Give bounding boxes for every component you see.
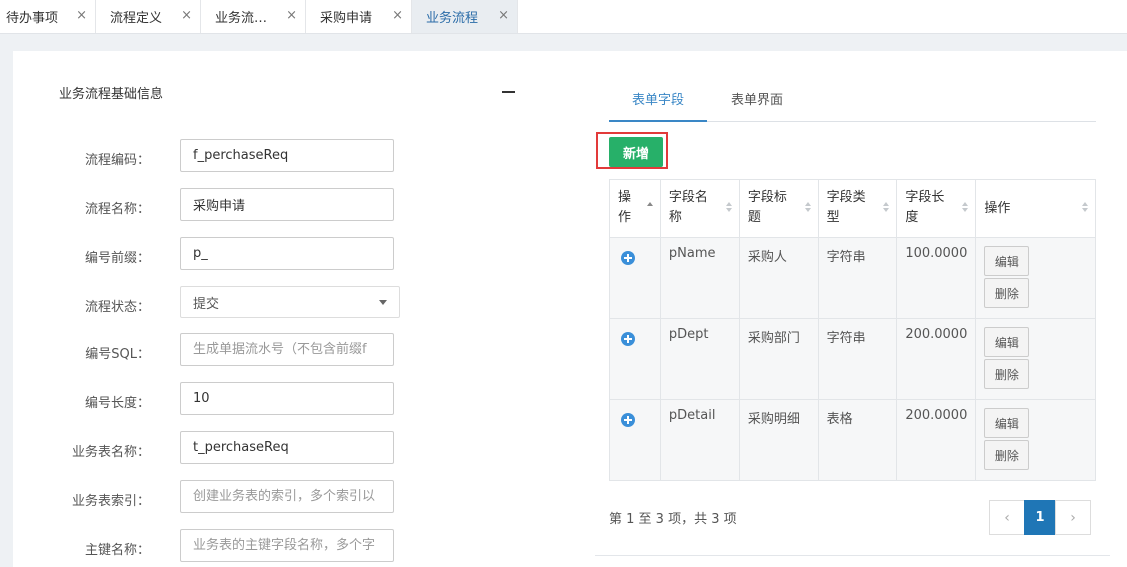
table-row: pDetail 采购明细 表格 200.0000 编辑 删除 (609, 399, 1096, 481)
process-code-input[interactable] (180, 139, 394, 172)
delete-button[interactable]: 删除 (984, 359, 1030, 389)
number-length-input[interactable] (180, 382, 394, 415)
cell-field-length: 200.0000 (896, 318, 977, 400)
tab-purchase-request[interactable]: 采购申请 × (306, 0, 412, 33)
edit-button[interactable]: 编辑 (984, 327, 1030, 357)
expand-plus-icon[interactable] (621, 332, 635, 346)
close-icon[interactable]: × (181, 8, 192, 24)
close-icon[interactable]: × (392, 8, 403, 24)
tab-form-ui[interactable]: 表单界面 (707, 84, 807, 122)
label-number-prefix: 编号前缀： (84, 251, 150, 266)
column-header[interactable]: 字段标 题 (738, 179, 819, 238)
cell-field-type: 字符串 (817, 318, 898, 400)
tab-process-definition[interactable]: 流程定义 × (96, 0, 201, 33)
sort-icon (647, 202, 653, 208)
label-process-name: 流程名称： (84, 202, 150, 217)
label-business-table-name: 业务表名称： (71, 445, 150, 460)
primary-key-name-input[interactable] (180, 529, 394, 562)
table-row: pDept 采购部门 字符串 200.0000 编辑 删除 (609, 318, 1096, 400)
delete-button[interactable]: 删除 (984, 440, 1030, 470)
cell-field-length: 200.0000 (896, 399, 977, 481)
select-value: 提交 (193, 296, 220, 312)
tab-bar: 待办事项 × 流程定义 × 业务流… × 采购申请 × 业务流程 × (0, 0, 1127, 34)
process-status-select[interactable]: 提交 (180, 286, 400, 318)
tab-label: 业务流… (215, 11, 268, 26)
tab-business-flow[interactable]: 业务流程 × (412, 0, 518, 33)
next-page-button[interactable]: › (1055, 500, 1091, 535)
label-process-code: 流程编码： (84, 153, 150, 168)
tab-form-fields[interactable]: 表单字段 (609, 84, 707, 122)
prev-page-button[interactable]: ‹ (989, 500, 1025, 535)
sort-icon (805, 202, 811, 212)
sort-icon (1082, 202, 1088, 212)
table-row: pName 采购人 字符串 100.0000 编辑 删除 (609, 237, 1096, 319)
fields-table: 操 作 字段名 称 字段标 题 字段类 型 字段长 度 操作 pName 采购人… (609, 179, 1096, 481)
add-field-button[interactable]: 新增 (609, 137, 663, 167)
tab-label: 流程定义 (110, 11, 163, 26)
cell-field-name: pDetail (659, 399, 740, 481)
column-header[interactable]: 操 作 (609, 179, 661, 238)
page-1-button[interactable]: 1 (1024, 500, 1056, 535)
tab-label: 业务流程 (426, 11, 479, 26)
column-header[interactable]: 操作 (975, 179, 1096, 238)
cell-field-type: 表格 (817, 399, 898, 481)
cell-field-type: 字符串 (817, 237, 898, 319)
expand-plus-icon[interactable] (621, 413, 635, 427)
sort-icon (962, 202, 968, 212)
cell-field-title: 采购部门 (738, 318, 819, 400)
process-name-input[interactable] (180, 188, 394, 221)
tab-business-flow-truncated[interactable]: 业务流… × (201, 0, 306, 33)
number-sql-input[interactable] (180, 333, 394, 366)
sort-icon (883, 202, 889, 212)
divider (595, 555, 1110, 556)
cell-field-name: pDept (659, 318, 740, 400)
business-table-name-input[interactable] (180, 431, 394, 464)
delete-button[interactable]: 删除 (984, 278, 1030, 308)
tab-label: 待办事项 (6, 11, 59, 26)
caret-down-icon (379, 300, 387, 305)
number-prefix-input[interactable] (180, 237, 394, 270)
cell-field-length: 100.0000 (896, 237, 977, 319)
form-tabs: 表单字段 表单界面 (609, 84, 1096, 122)
column-header[interactable]: 字段长 度 (896, 179, 977, 238)
label-business-table-index: 业务表索引： (71, 494, 150, 509)
label-process-status: 流程状态： (84, 300, 150, 315)
close-icon[interactable]: × (286, 8, 297, 24)
column-header[interactable]: 字段名 称 (659, 179, 740, 238)
label-primary-key-name: 主键名称： (84, 543, 150, 558)
pagination-info: 第 1 至 3 项，共 3 项 (609, 512, 737, 527)
business-table-index-input[interactable] (180, 480, 394, 513)
tab-todo[interactable]: 待办事项 × (0, 0, 96, 33)
edit-button[interactable]: 编辑 (984, 246, 1030, 276)
column-header[interactable]: 字段类 型 (817, 179, 898, 238)
collapse-icon[interactable] (502, 91, 515, 93)
close-icon[interactable]: × (498, 8, 509, 24)
section-title: 业务流程基础信息 (59, 87, 164, 102)
pagination: ‹ 1 › (989, 500, 1091, 535)
tab-label: 采购申请 (320, 11, 373, 26)
sort-icon (726, 202, 732, 212)
label-number-sql: 编号SQL： (85, 347, 150, 362)
close-icon[interactable]: × (76, 8, 87, 24)
label-number-length: 编号长度： (84, 396, 150, 411)
cell-field-name: pName (659, 237, 740, 319)
edit-button[interactable]: 编辑 (984, 408, 1030, 438)
expand-plus-icon[interactable] (621, 251, 635, 265)
cell-field-title: 采购人 (738, 237, 819, 319)
cell-field-title: 采购明细 (738, 399, 819, 481)
